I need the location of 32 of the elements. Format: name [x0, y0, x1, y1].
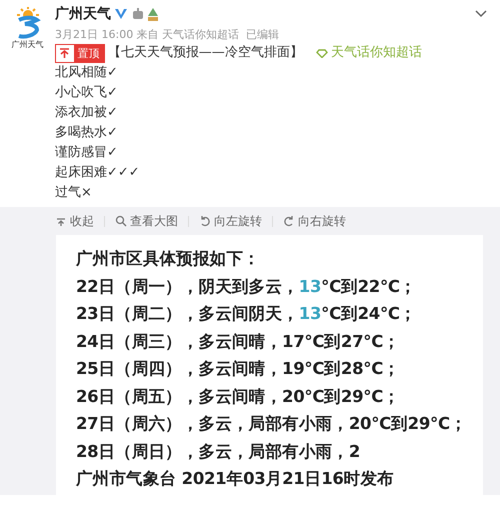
forecast-line: 25日（周四），多云间晴，19°C到28°C；: [76, 359, 400, 378]
forecast-line: 28日（周日），多云，局部有小雨，2: [76, 442, 360, 460]
toolbar-button[interactable]: 向右旋转: [283, 212, 356, 230]
verified-icon: [114, 8, 128, 20]
post-text-line: 添衣加被✓: [55, 105, 118, 120]
forecast-footer: 广州市气象台 2021年03月21日16时发布: [76, 465, 483, 492]
post-meta: 3月21日 16:00 来自 天气话你知超话: [55, 28, 240, 41]
rotate-right-icon: [283, 215, 295, 227]
post-text-line: 小心吹飞✓: [55, 85, 118, 100]
toolbar-button[interactable]: 查看大图: [115, 212, 188, 230]
post-text-line: 北风相随✓: [55, 65, 118, 80]
diamond-icon: [316, 48, 328, 58]
pinned-badge: 置顶: [55, 44, 104, 62]
forecast-line: 24日（周三），多云间晴，17°C到27°C；: [76, 332, 400, 350]
post-title: 【七天天气预报——冷空气排面】: [108, 44, 303, 62]
forecast-heading: 广州市区具体预报如下：: [76, 248, 261, 270]
forecast-line: 23日（周二），多云间阴天，13°C到24°C；: [76, 304, 416, 323]
forecast-line: 27日（周六），多云，局部有小雨，20°C到29°C；: [76, 414, 467, 433]
post-text-line: 多喝热水✓: [55, 125, 118, 140]
rotate-left-icon: [199, 215, 211, 227]
account-name[interactable]: 广州天气: [55, 4, 111, 24]
toolbar-button[interactable]: 向左旋转: [199, 212, 272, 230]
forecast-line: 22日（周一），阴天到多云，13°C到22°C；: [76, 276, 416, 296]
search-icon: [115, 215, 127, 227]
post-text-line: 过气×: [55, 185, 92, 200]
post-text-line: 谨防感冒✓: [55, 145, 118, 160]
edited-label: 已编辑: [246, 28, 280, 41]
chevron-down-icon[interactable]: [475, 10, 487, 18]
toolbar-button[interactable]: 收起: [55, 212, 104, 230]
logo-caption: 广州天气: [12, 41, 44, 49]
post-text-line: 起床困难✓✓✓: [55, 165, 140, 180]
forecast-line: 26日（周五），多云间晴，20°C到29°C；: [76, 386, 400, 406]
